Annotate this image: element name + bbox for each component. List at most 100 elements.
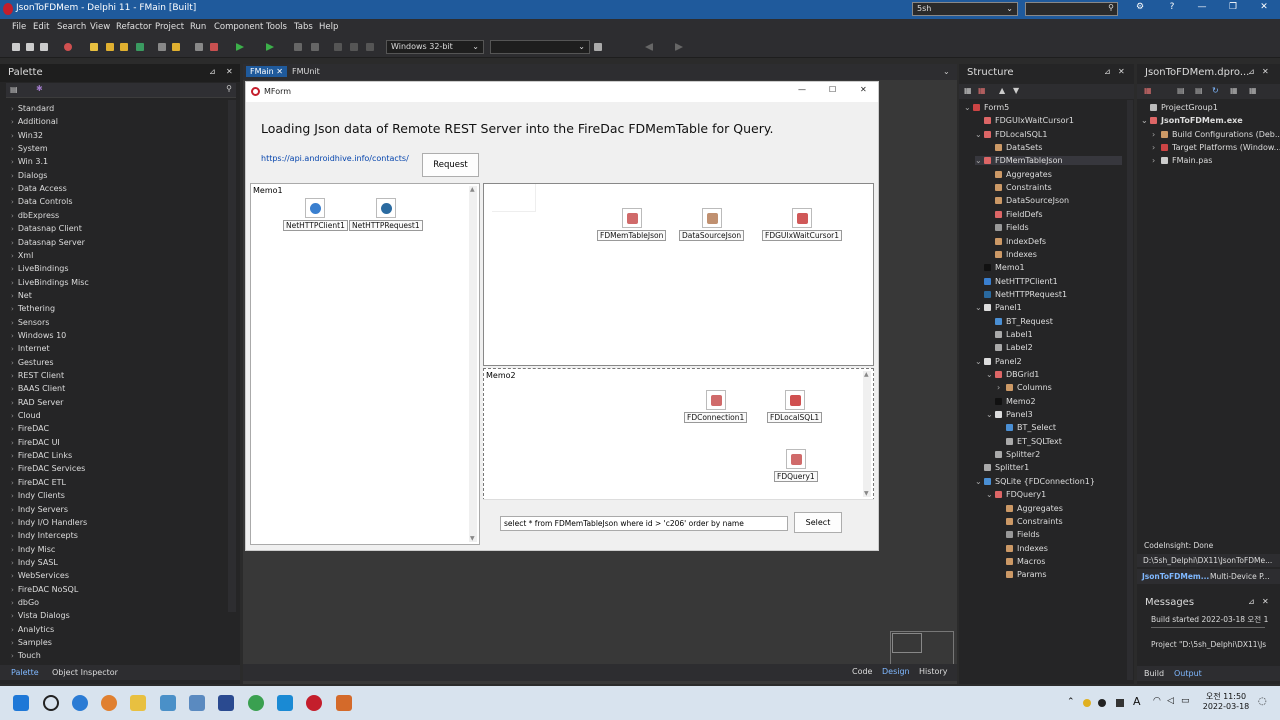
- palette-category[interactable]: › BAAS Client: [11, 384, 65, 393]
- menu-file[interactable]: File: [12, 22, 26, 32]
- structure-node[interactable]: IndexDefs: [986, 237, 1046, 246]
- palette-category[interactable]: › Internet: [11, 344, 50, 353]
- structure-node[interactable]: Params: [997, 570, 1047, 579]
- structure-node[interactable]: Label2: [986, 343, 1033, 352]
- device-icon[interactable]: [594, 43, 602, 51]
- palette-category[interactable]: › Analytics: [11, 625, 54, 634]
- palette-category[interactable]: › Additional: [11, 117, 58, 126]
- menu-refactor[interactable]: Refactor: [116, 22, 152, 32]
- tab-fmunit[interactable]: FMUnit: [288, 66, 324, 77]
- structure-node[interactable]: Label1: [986, 330, 1033, 339]
- pause-icon[interactable]: [294, 43, 302, 51]
- remove-icon[interactable]: [210, 43, 218, 51]
- menu-project[interactable]: Project: [155, 22, 184, 32]
- structure-node[interactable]: Indexes: [997, 544, 1048, 553]
- close-icon[interactable]: ✕: [1118, 67, 1125, 76]
- file-explorer-icon[interactable]: [130, 695, 146, 711]
- structure-node[interactable]: FDGUIxWaitCursor1: [975, 116, 1074, 125]
- tab-fmain[interactable]: FMain ✕: [246, 66, 287, 77]
- palette-menu-icon[interactable]: ▤: [10, 85, 18, 94]
- palette-category[interactable]: › Gestures: [11, 358, 54, 367]
- pin-icon[interactable]: ⊿: [209, 67, 216, 76]
- palette-category[interactable]: › Indy I/O Handlers: [11, 518, 87, 527]
- toolbar-icon[interactable]: ▦: [964, 86, 972, 95]
- pin-icon[interactable]: ⊿: [1248, 67, 1255, 76]
- waitcursor-component[interactable]: FDGUIxWaitCursor1: [762, 208, 843, 241]
- close-icon[interactable]: ✕: [226, 67, 233, 76]
- memo2-scrollbar[interactable]: ▲ ▼: [863, 371, 871, 497]
- edge-icon[interactable]: [72, 695, 88, 711]
- app-icon[interactable]: [160, 695, 176, 711]
- project-node[interactable]: ProjectGroup1: [1141, 103, 1218, 112]
- structure-node[interactable]: Indexes: [986, 250, 1037, 259]
- platform-select[interactable]: Windows 32-bit ⌄: [386, 40, 484, 54]
- sql-text-input[interactable]: select * from FDMemTableJson where id > …: [500, 516, 788, 531]
- tab-design[interactable]: Design: [882, 667, 910, 676]
- structure-node[interactable]: ⌄ Panel1: [975, 303, 1022, 312]
- structure-node[interactable]: ⌄ FDQuery1: [986, 490, 1046, 499]
- palette-category[interactable]: › REST Client: [11, 371, 64, 380]
- structure-node[interactable]: DataSets: [986, 143, 1042, 152]
- palette-category[interactable]: › Standard: [11, 104, 54, 113]
- palette-search-input[interactable]: ▤ ✱ ⚲: [6, 83, 236, 98]
- app-icon[interactable]: [189, 695, 205, 711]
- close-button[interactable]: ✕: [1254, 2, 1274, 16]
- run-icon[interactable]: [236, 43, 244, 51]
- close-icon[interactable]: ✕: [276, 67, 283, 76]
- palette-category[interactable]: › Indy Misc: [11, 545, 55, 554]
- form-preview-thumbnail[interactable]: [890, 631, 954, 665]
- ide-search-input[interactable]: ⚲: [1025, 2, 1118, 16]
- project-node[interactable]: ⌄ JsonToFDMem.exe: [1141, 116, 1243, 125]
- tab-code[interactable]: Code: [852, 667, 872, 676]
- select-button[interactable]: Select: [794, 512, 842, 533]
- build-icon[interactable]: ▦: [1230, 86, 1238, 95]
- palette-category[interactable]: › FireDAC Services: [11, 464, 85, 473]
- structure-node[interactable]: Memo2: [986, 397, 1036, 406]
- structure-node[interactable]: BT_Request: [986, 317, 1053, 326]
- battery-icon[interactable]: ▭: [1181, 696, 1190, 706]
- tab-palette[interactable]: Palette: [11, 668, 39, 677]
- structure-scrollbar[interactable]: [1127, 100, 1133, 680]
- palette-category[interactable]: › dbGo: [11, 598, 39, 607]
- pin-icon[interactable]: ⊿: [1248, 597, 1255, 606]
- structure-node[interactable]: Aggregates: [986, 170, 1052, 179]
- structure-node[interactable]: NetHTTPClient1: [975, 277, 1058, 286]
- palette-category[interactable]: › Net: [11, 291, 32, 300]
- expand-icon[interactable]: ▤: [1195, 86, 1203, 95]
- palette-category[interactable]: › Samples: [11, 638, 52, 647]
- structure-node[interactable]: FieldDefs: [986, 210, 1043, 219]
- palette-category[interactable]: › FireDAC: [11, 424, 49, 433]
- palette-category[interactable]: › Data Access: [11, 184, 67, 193]
- structure-node[interactable]: › Columns: [997, 383, 1052, 392]
- palette-scrollbar[interactable]: [228, 100, 236, 612]
- pin-icon[interactable]: ⊿: [1104, 67, 1111, 76]
- close-icon[interactable]: ✕: [1262, 597, 1269, 606]
- structure-node[interactable]: Macros: [997, 557, 1045, 566]
- palette-category[interactable]: › Vista Dialogs: [11, 611, 70, 620]
- palette-category[interactable]: › Data Controls: [11, 197, 73, 206]
- nethttprequest-component[interactable]: NetHTTPRequest1: [349, 198, 423, 231]
- structure-node[interactable]: Fields: [986, 223, 1029, 232]
- structure-node[interactable]: Splitter2: [986, 450, 1040, 459]
- palette-category[interactable]: › Win 3.1: [11, 157, 48, 166]
- sync-icon[interactable]: ▤: [1177, 86, 1185, 95]
- palette-category[interactable]: › Cloud: [11, 411, 41, 420]
- refresh-icon[interactable]: ↻: [1212, 86, 1219, 95]
- forward-icon[interactable]: [675, 43, 683, 51]
- menu-component[interactable]: Component: [214, 22, 263, 32]
- structure-node[interactable]: BT_Select: [997, 423, 1056, 432]
- maximize-icon[interactable]: ☐: [829, 85, 836, 94]
- minimize-icon[interactable]: —: [798, 85, 806, 94]
- menu-tools[interactable]: Tools: [266, 22, 287, 32]
- menu-edit[interactable]: Edit: [33, 22, 49, 32]
- save-app-icon[interactable]: [218, 695, 234, 711]
- palette-category[interactable]: › LiveBindings Misc: [11, 278, 89, 287]
- folder-icon[interactable]: [120, 43, 128, 51]
- skype-icon[interactable]: [277, 695, 293, 711]
- help-button[interactable]: ?: [1162, 2, 1182, 16]
- structure-node[interactable]: ⌄ FDMemTableJson: [975, 156, 1122, 166]
- structure-node[interactable]: ⌄ SQLite {FDConnection1}: [975, 477, 1095, 486]
- down-icon[interactable]: ▼: [1013, 86, 1019, 95]
- dbgrid1[interactable]: FDMemTableJson DataSourceJson FDGUIxWait…: [483, 183, 874, 366]
- structure-node[interactable]: Fields: [997, 530, 1040, 539]
